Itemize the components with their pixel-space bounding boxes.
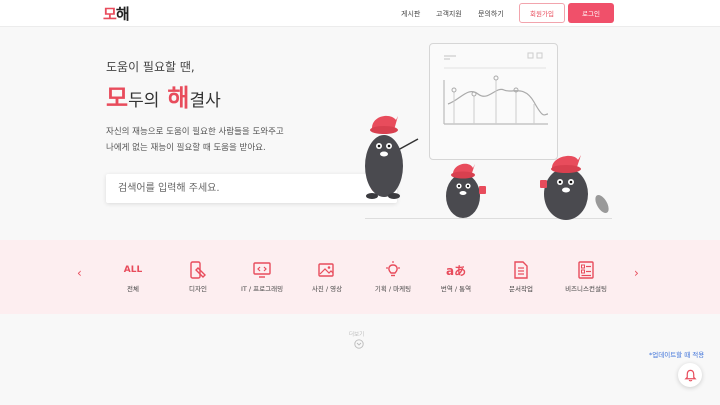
category-marketing[interactable]: 기획 / 마케팅 bbox=[357, 259, 429, 293]
category-label: 사진 / 영상 bbox=[311, 285, 343, 293]
hero-desc-line1: 자신의 재능으로 도움이 필요한 사람들을 도와주고 bbox=[106, 127, 284, 137]
bell-icon bbox=[683, 369, 697, 381]
category-translate[interactable]: aあ 번역 / 통역 bbox=[420, 259, 492, 293]
hero-title: 모 두의 해 결사 bbox=[106, 78, 221, 113]
mascot-cup-illustration bbox=[446, 163, 486, 218]
translate-icon: aあ bbox=[445, 259, 467, 281]
logo-part2: 해 bbox=[115, 4, 130, 23]
svg-text:aあ: aあ bbox=[446, 264, 466, 278]
search-box bbox=[106, 174, 397, 203]
design-icon bbox=[187, 259, 209, 281]
signup-button[interactable]: 회원가입 bbox=[519, 3, 565, 23]
business-icon bbox=[575, 259, 597, 281]
category-label: IT / 프로그래밍 bbox=[240, 285, 284, 293]
whiteboard-chart-drawing bbox=[443, 52, 549, 125]
lightbulb-icon bbox=[382, 259, 404, 281]
notification-button[interactable] bbox=[678, 363, 702, 387]
hero-title-end: 결사 bbox=[189, 91, 221, 111]
category-label: 디자인 bbox=[189, 285, 207, 293]
category-all[interactable]: ALL 전체 bbox=[97, 259, 169, 293]
category-label: 전체 bbox=[127, 285, 139, 293]
update-note: *업데이트할 때 적용 bbox=[649, 351, 705, 359]
category-label: 문서작업 bbox=[509, 285, 533, 293]
category-next-arrow-icon[interactable]: › bbox=[634, 266, 639, 280]
expand-more-icon[interactable] bbox=[354, 339, 364, 349]
hero-description: 자신의 재능으로 도움이 필요한 사람들을 도와주고 나에게 없는 재능이 필요… bbox=[106, 124, 316, 156]
category-all-text: ALL bbox=[123, 265, 143, 275]
category-document[interactable]: 문서작업 bbox=[485, 259, 557, 293]
category-label: 비즈니스컨설팅 bbox=[565, 285, 607, 293]
more-label[interactable]: 더보기 bbox=[349, 330, 364, 338]
login-button[interactable]: 로그인 bbox=[568, 3, 614, 23]
header: 모해 게시판 고객지원 문의하기 회원가입 로그인 bbox=[0, 0, 720, 27]
photo-icon bbox=[316, 259, 338, 281]
category-programming[interactable]: IT / 프로그래밍 bbox=[226, 259, 298, 293]
nav-board[interactable]: 게시판 bbox=[401, 0, 420, 27]
hero-desc-line2: 나에게 없는 재능이 필요할 때 도움을 받아요. bbox=[106, 143, 266, 153]
hero-title-mo: 모 bbox=[106, 84, 129, 112]
hero-title-mid: 두의 bbox=[128, 91, 160, 111]
category-photo[interactable]: 사진 / 영상 bbox=[291, 259, 363, 293]
nav-support[interactable]: 고객지원 bbox=[436, 0, 462, 27]
mascot-group-illustration bbox=[540, 155, 609, 220]
document-icon bbox=[510, 259, 532, 281]
search-input[interactable] bbox=[106, 174, 366, 203]
hero-title-hae: 해 bbox=[167, 84, 190, 112]
logo[interactable]: 모해 bbox=[103, 3, 130, 23]
logo-part1: 모 bbox=[103, 4, 117, 23]
category-label: 기획 / 마케팅 bbox=[374, 285, 412, 293]
whiteboard-illustration bbox=[429, 43, 558, 160]
mascot-pointing-illustration bbox=[365, 115, 419, 199]
programming-icon bbox=[251, 259, 273, 281]
category-label: 번역 / 통역 bbox=[440, 285, 472, 293]
category-design[interactable]: 디자인 bbox=[162, 259, 234, 293]
category-business[interactable]: 비즈니스컨설팅 bbox=[550, 259, 622, 293]
hero-subtitle: 도움이 필요할 땐, bbox=[106, 60, 195, 74]
category-prev-arrow-icon[interactable]: ‹ bbox=[77, 266, 82, 280]
nav-contact[interactable]: 문의하기 bbox=[478, 0, 504, 27]
